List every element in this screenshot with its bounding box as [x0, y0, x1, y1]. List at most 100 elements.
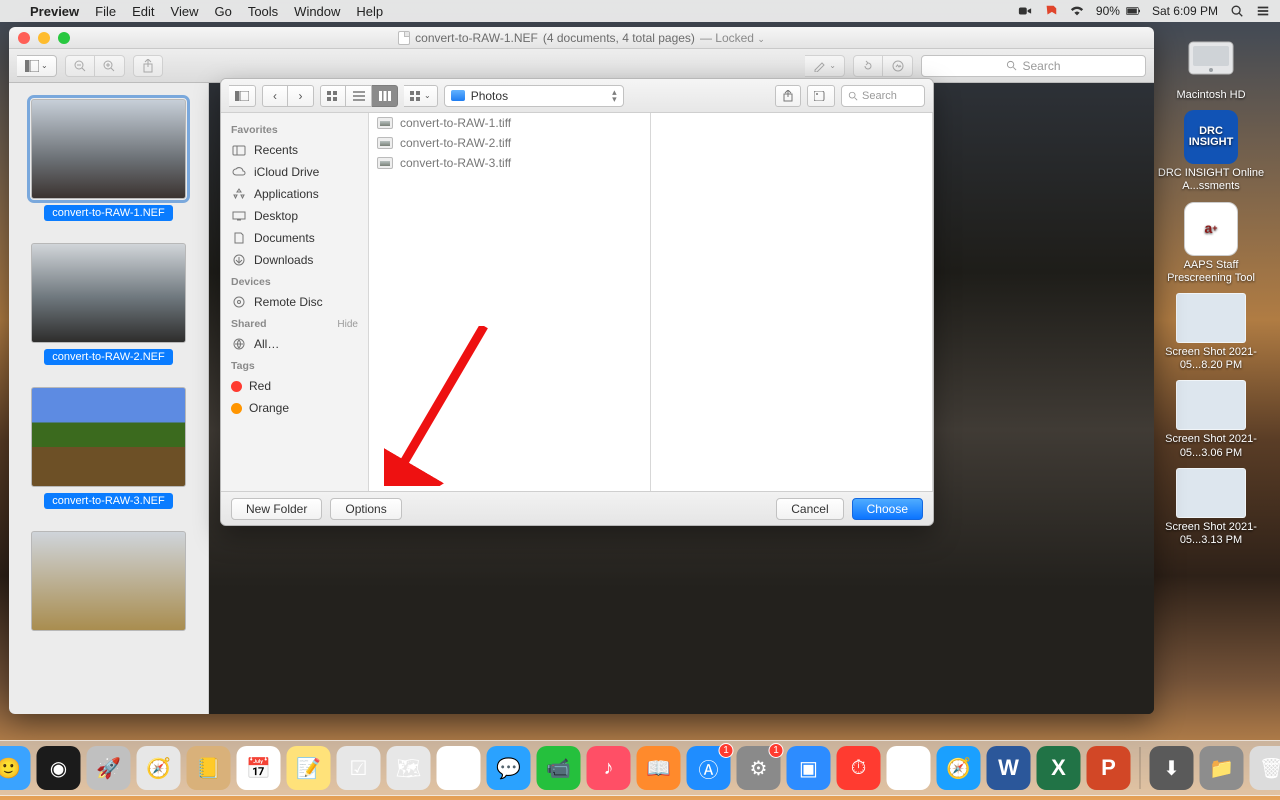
- sidebar-documents[interactable]: Documents: [221, 227, 368, 249]
- sidebar-toggle-button[interactable]: [229, 85, 256, 107]
- sidebar-icloud[interactable]: iCloud Drive: [221, 161, 368, 183]
- new-folder-button[interactable]: New Folder: [231, 498, 322, 520]
- share-button[interactable]: [133, 55, 163, 77]
- menu-edit[interactable]: Edit: [132, 4, 154, 19]
- dock-messages[interactable]: 💬: [487, 746, 531, 790]
- thumbnail-image[interactable]: [31, 387, 186, 487]
- thumbnail-item[interactable]: [31, 531, 186, 631]
- menu-tools[interactable]: Tools: [248, 4, 278, 19]
- thumbnail-item[interactable]: convert-to-RAW-3.NEF: [31, 387, 186, 509]
- dock-notes[interactable]: 📝: [287, 746, 331, 790]
- sidebar-recents[interactable]: Recents: [221, 139, 368, 161]
- thumbnail-item[interactable]: convert-to-RAW-2.NEF: [31, 243, 186, 365]
- column-2[interactable]: [651, 113, 933, 491]
- options-button[interactable]: Options: [330, 498, 401, 520]
- dock-reminders[interactable]: ☑: [337, 746, 381, 790]
- dock-safari[interactable]: 🧭: [137, 746, 181, 790]
- sheet-search[interactable]: Search: [841, 85, 925, 107]
- app-menu[interactable]: Preview: [30, 4, 79, 19]
- dock-ibooks[interactable]: 📖: [637, 746, 681, 790]
- file-item[interactable]: convert-to-RAW-3.tiff: [369, 153, 650, 173]
- menu-file[interactable]: File: [95, 4, 116, 19]
- forward-button[interactable]: ›: [288, 85, 314, 107]
- sidebar-applications[interactable]: Applications: [221, 183, 368, 205]
- dock-trash[interactable]: 🗑: [1250, 746, 1280, 790]
- dock-photos[interactable]: ✿: [437, 746, 481, 790]
- tag-red[interactable]: Red: [221, 375, 368, 397]
- tags-button[interactable]: [807, 85, 835, 107]
- markup-button[interactable]: ⌄: [805, 55, 845, 77]
- toolbar-search[interactable]: Search: [921, 55, 1146, 77]
- todo-menu-icon[interactable]: [1044, 4, 1058, 18]
- group-by-button[interactable]: ⌄: [404, 85, 438, 107]
- file-item[interactable]: convert-to-RAW-1.tiff: [369, 113, 650, 133]
- clock[interactable]: Sat 6:09 PM: [1152, 4, 1218, 18]
- preview-thumbnail-sidebar[interactable]: convert-to-RAW-1.NEF convert-to-RAW-2.NE…: [9, 83, 209, 714]
- file-item[interactable]: convert-to-RAW-2.tiff: [369, 133, 650, 153]
- search-placeholder: Search: [862, 90, 897, 102]
- titlebar[interactable]: convert-to-RAW-1.NEF (4 documents, 4 tot…: [9, 27, 1154, 49]
- dock-safari-compass[interactable]: 🧭: [937, 746, 981, 790]
- dock-itunes[interactable]: ♪: [587, 746, 631, 790]
- dock-powerpoint[interactable]: P: [1087, 746, 1131, 790]
- dock-siri[interactable]: ◉: [37, 746, 81, 790]
- rotate-button[interactable]: [853, 55, 883, 77]
- thumbnail-item[interactable]: convert-to-RAW-1.NEF: [31, 99, 186, 221]
- notification-center-icon[interactable]: [1256, 4, 1270, 18]
- dock-folder[interactable]: 📁: [1200, 746, 1244, 790]
- hide-toggle[interactable]: Hide: [337, 319, 358, 330]
- dock-facetime[interactable]: 📹: [537, 746, 581, 790]
- thumbnail-image[interactable]: [31, 243, 186, 343]
- back-button[interactable]: ‹: [262, 85, 288, 107]
- share-sheet-button[interactable]: [775, 85, 801, 107]
- thumbnail-image[interactable]: [31, 99, 186, 199]
- column-view-button[interactable]: [372, 85, 398, 107]
- list-view-button[interactable]: [346, 85, 372, 107]
- screenshot-3[interactable]: Screen Shot 2021-05...3.13 PM: [1156, 468, 1266, 547]
- tag-orange[interactable]: Orange: [221, 397, 368, 419]
- dock-appstore[interactable]: Ⓐ1: [687, 746, 731, 790]
- markup-toggle-button[interactable]: [883, 55, 913, 77]
- desktop-icons: Macintosh HD DRCINSIGHT DRC INSIGHT Onli…: [1150, 30, 1272, 547]
- zoom-out-button[interactable]: [65, 55, 95, 77]
- aaps-app[interactable]: a+ AAPS Staff Prescreening Tool: [1156, 202, 1266, 285]
- sidebar-all-shared[interactable]: All…: [221, 333, 368, 355]
- choose-button[interactable]: Choose: [852, 498, 923, 520]
- macintosh-hd-icon[interactable]: Macintosh HD: [1176, 30, 1245, 102]
- dock-contacts[interactable]: 📒: [187, 746, 231, 790]
- menu-help[interactable]: Help: [356, 4, 383, 19]
- sidebar-desktop[interactable]: Desktop: [221, 205, 368, 227]
- dock-word[interactable]: W: [987, 746, 1031, 790]
- screenshot-1[interactable]: Screen Shot 2021-05...8.20 PM: [1156, 293, 1266, 372]
- dock-clock[interactable]: ⏱: [837, 746, 881, 790]
- facetime-menu-icon[interactable]: [1018, 4, 1032, 18]
- wifi-icon[interactable]: [1070, 4, 1084, 18]
- column-1[interactable]: convert-to-RAW-1.tiff convert-to-RAW-2.t…: [369, 113, 651, 491]
- screenshot-2[interactable]: Screen Shot 2021-05...3.06 PM: [1156, 380, 1266, 459]
- dock-chrome[interactable]: ◉: [887, 746, 931, 790]
- traffic-lights[interactable]: [18, 32, 70, 44]
- thumbnail-image[interactable]: [31, 531, 186, 631]
- menu-window[interactable]: Window: [294, 4, 340, 19]
- battery-status[interactable]: 90%: [1096, 4, 1140, 18]
- sidebar-view-button[interactable]: ⌄: [17, 55, 57, 77]
- zoom-in-button[interactable]: [95, 55, 125, 77]
- window-locked-label[interactable]: — Locked ⌄: [700, 31, 765, 45]
- cancel-button[interactable]: Cancel: [776, 498, 843, 520]
- dock-maps[interactable]: 🗺: [387, 746, 431, 790]
- sidebar-downloads[interactable]: Downloads: [221, 249, 368, 271]
- dock-zoom[interactable]: ▣: [787, 746, 831, 790]
- folder-popup[interactable]: Photos ▴▾: [444, 85, 624, 107]
- dock-excel[interactable]: X: [1037, 746, 1081, 790]
- spotlight-icon[interactable]: [1230, 4, 1244, 18]
- dock-calendar[interactable]: 📅: [237, 746, 281, 790]
- drc-insight-app[interactable]: DRCINSIGHT DRC INSIGHT Online A...ssment…: [1156, 110, 1266, 193]
- sidebar-remote-disc[interactable]: Remote Disc: [221, 291, 368, 313]
- menu-go[interactable]: Go: [214, 4, 231, 19]
- menu-view[interactable]: View: [171, 4, 199, 19]
- icon-view-button[interactable]: [320, 85, 346, 107]
- dock-preferences[interactable]: ⚙1: [737, 746, 781, 790]
- dock-finder[interactable]: 🙂: [0, 746, 31, 790]
- dock-downloads[interactable]: ⬇: [1150, 746, 1194, 790]
- dock-launchpad[interactable]: 🚀: [87, 746, 131, 790]
